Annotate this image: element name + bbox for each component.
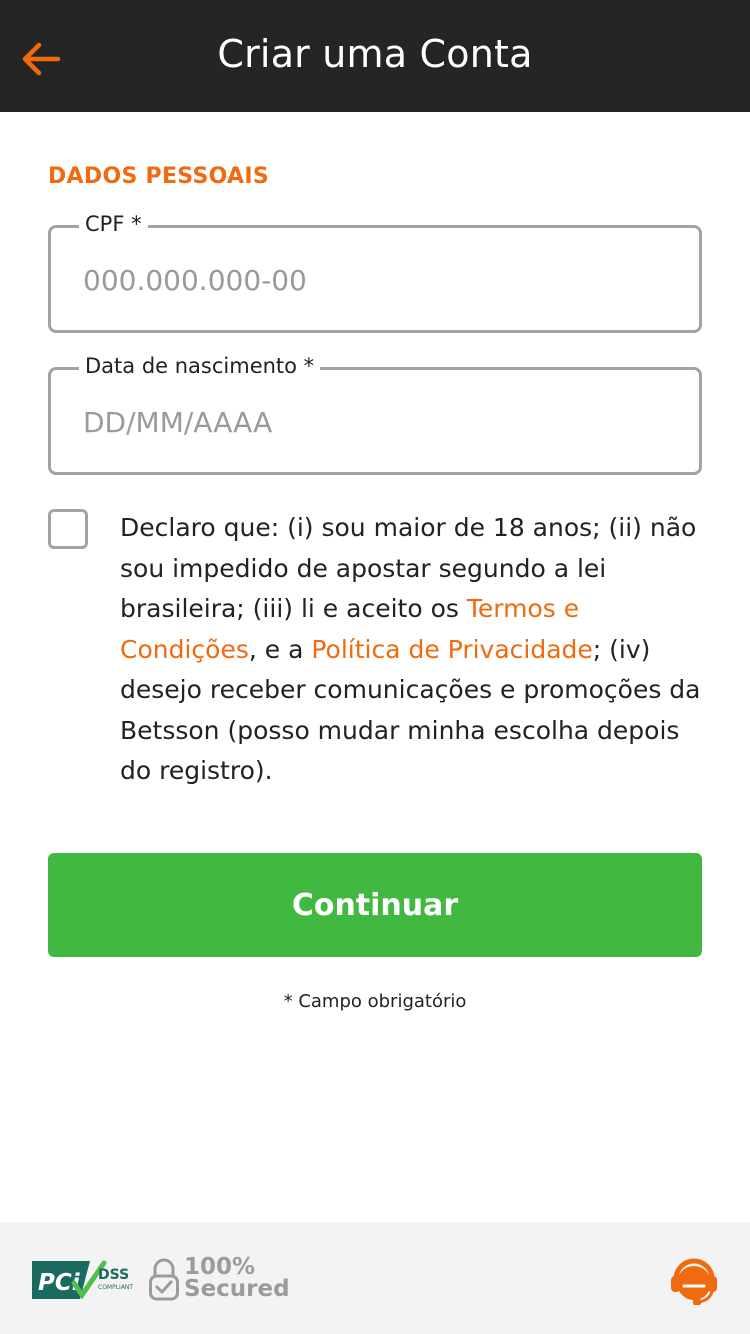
cpf-field: CPF *: [48, 212, 702, 333]
padlock-icon: [149, 1258, 179, 1301]
declaration-text-part-2: , e a: [248, 634, 312, 664]
terms-checkbox[interactable]: [48, 509, 88, 549]
pci-dss-logo: PCi DSS COMPLIANT: [30, 1257, 140, 1303]
secured-text: 100% Secured: [184, 1254, 290, 1302]
page-title: Criar uma Conta: [217, 32, 533, 76]
secured-line-1: 100%: [184, 1254, 256, 1280]
continue-button[interactable]: Continuar: [48, 853, 702, 957]
section-title: DADOS PESSOAIS: [48, 164, 269, 189]
required-field-note: * Campo obrigatório: [283, 991, 467, 1012]
birthdate-label: Data de nascimento *: [79, 354, 321, 378]
dss-text: DSS: [98, 1267, 129, 1283]
secured-badge: 100% Secured: [148, 1256, 293, 1306]
support-button[interactable]: [668, 1254, 720, 1306]
cpf-input[interactable]: [83, 260, 663, 300]
top-app-bar: Criar uma Conta: [0, 0, 750, 112]
cpf-label: CPF *: [79, 212, 148, 236]
secured-line-2: Secured: [184, 1276, 290, 1302]
declaration-text-part-1: Declaro que: (i) sou maior de 18 anos; (…: [120, 513, 697, 623]
headset-icon: [671, 1258, 717, 1305]
compliant-text: COMPLIANT: [98, 1284, 133, 1291]
privacy-policy-link[interactable]: Política de Privacidade: [311, 635, 592, 664]
birthdate-input[interactable]: [83, 402, 663, 442]
footer: PCi DSS COMPLIANT 100% Secured: [0, 1222, 750, 1334]
declaration-text: Declaro que: (i) sou maior de 18 anos; (…: [120, 508, 710, 792]
birthdate-field: Data de nascimento *: [48, 354, 702, 475]
